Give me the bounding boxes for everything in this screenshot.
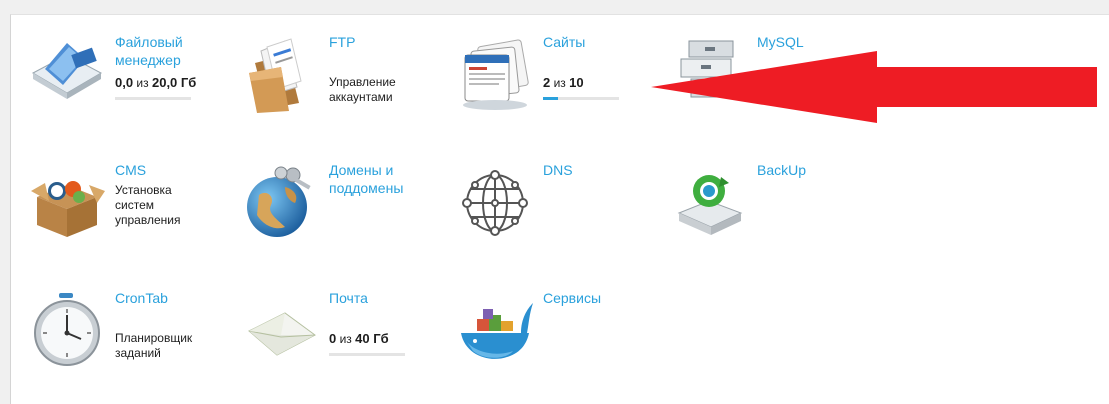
file-manager-title-line1[interactable]: Файловый (115, 33, 235, 51)
domains-title-line2[interactable]: поддомены (329, 179, 449, 197)
mail-of: из (339, 332, 352, 346)
cms-desc-line3: управления (115, 213, 181, 227)
mail-usage: 0 из 40 Гб (329, 331, 449, 347)
tile-cms[interactable]: CMS Установка систем управления (27, 161, 237, 261)
mail-envelope-icon[interactable] (241, 289, 321, 369)
tile-sites[interactable]: Сайты 2 из 10 (455, 33, 665, 133)
cms-title[interactable]: CMS (115, 161, 235, 179)
mail-quota-bar (329, 353, 405, 356)
tile-file-manager[interactable]: Файловый менеджер 0,0 из 20,0 Гб (27, 33, 237, 133)
tile-backup[interactable]: BackUp (669, 161, 879, 261)
backup-drive-icon[interactable] (669, 161, 749, 241)
dns-network-icon[interactable] (455, 161, 535, 241)
ftp-icon[interactable] (241, 33, 321, 113)
sites-quota-bar (543, 97, 619, 100)
sites-icon[interactable] (455, 33, 535, 113)
domains-title-line1[interactable]: Домены и (329, 161, 449, 179)
clock-icon[interactable] (27, 289, 107, 369)
tile-ftp[interactable]: FTP Управление аккаунтами (241, 33, 451, 133)
file-manager-title-line2[interactable]: менеджер (115, 51, 235, 69)
mail-used: 0 (329, 331, 337, 346)
crontab-desc-line1: Планировщик (115, 331, 193, 345)
file-manager-quota-bar (115, 97, 191, 100)
cms-box-icon[interactable] (27, 161, 107, 241)
file-manager-icon[interactable] (27, 33, 107, 113)
crontab-desc-line2: заданий (115, 346, 161, 360)
file-manager-of: из (136, 76, 149, 90)
annotation-arrow-icon (651, 51, 1097, 123)
backup-title[interactable]: BackUp (757, 161, 877, 179)
tile-domains[interactable]: Домены и поддомены (241, 161, 451, 261)
dns-title[interactable]: DNS (543, 161, 663, 179)
services-panel: Файловый менеджер 0,0 из 20,0 Гб FTP Упр… (10, 14, 1109, 404)
tile-mail[interactable]: Почта 0 из 40 Гб (241, 289, 451, 389)
mail-total: 40 Гб (355, 331, 389, 346)
sites-used: 2 (543, 75, 551, 90)
services-whale-icon[interactable] (455, 289, 535, 369)
sites-usage: 2 из 10 (543, 75, 663, 91)
mysql-title[interactable]: MySQL (757, 33, 877, 51)
file-manager-usage: 0,0 из 20,0 Гб (115, 75, 235, 91)
ftp-desc-line1: Управление (329, 75, 396, 89)
cms-desc-line1: Установка (115, 183, 172, 197)
tile-crontab[interactable]: CronTab Планировщик заданий (27, 289, 237, 389)
domains-globe-icon[interactable] (241, 161, 321, 241)
mail-title[interactable]: Почта (329, 289, 449, 307)
file-manager-used: 0,0 (115, 75, 134, 90)
sites-title[interactable]: Сайты (543, 33, 663, 51)
sites-total: 10 (569, 75, 584, 90)
sites-quota-fill (543, 97, 559, 100)
ftp-desc-line2: аккаунтами (329, 90, 393, 104)
crontab-title[interactable]: CronTab (115, 289, 235, 307)
ftp-title[interactable]: FTP (329, 33, 449, 51)
sites-of: из (553, 76, 566, 90)
services-title[interactable]: Сервисы (543, 289, 663, 307)
tile-services[interactable]: Сервисы (455, 289, 665, 389)
file-manager-total: 20,0 Гб (151, 75, 197, 90)
cms-desc-line2: систем (115, 198, 154, 212)
tile-dns[interactable]: DNS (455, 161, 665, 261)
